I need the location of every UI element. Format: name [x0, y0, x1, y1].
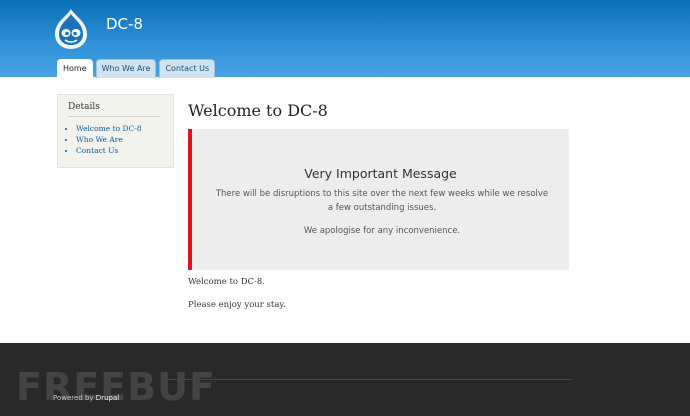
important-message-box: Very Important Message There will be dis…	[188, 129, 569, 270]
tab-contact-us[interactable]: Contact Us	[159, 59, 216, 78]
body-paragraph-welcome: Welcome to DC-8.	[188, 277, 265, 287]
powered-by-prefix: Powered by	[53, 394, 96, 402]
message-title: Very Important Message	[304, 166, 457, 181]
site-name[interactable]: DC-8	[106, 15, 143, 33]
message-line-apology: We apologise for any inconvenience.	[303, 226, 461, 236]
sidebar-link-list: Welcome to DC-8 Who We Are Contact Us	[66, 123, 142, 156]
sidebar-link-welcome[interactable]: Welcome to DC-8	[76, 124, 142, 133]
sidebar-item-who-we-are: Who We Are	[76, 134, 142, 145]
sidebar-link-who-we-are[interactable]: Who We Are	[76, 135, 123, 144]
sidebar-item-contact-us: Contact Us	[76, 145, 142, 156]
sidebar-title: Details	[68, 102, 160, 117]
freebuf-watermark: FREEBUF	[16, 365, 216, 409]
page-title: Welcome to DC-8	[188, 101, 328, 120]
sidebar-item-welcome: Welcome to DC-8	[76, 123, 142, 134]
drupal-link[interactable]: Drupal	[96, 394, 119, 402]
drupal-logo-icon[interactable]	[53, 8, 89, 50]
powered-by-text: Powered by Drupal	[53, 394, 119, 402]
tab-who-we-are[interactable]: Who We Are	[95, 59, 157, 78]
footer-divider	[165, 379, 572, 380]
site-header: DC-8 Home Who We Are Contact Us	[0, 0, 690, 78]
sidebar-details-block: Details Welcome to DC-8 Who We Are Conta…	[57, 94, 174, 168]
sidebar-link-contact-us[interactable]: Contact Us	[76, 146, 118, 155]
message-line-disruptions: There will be disruptions to this site o…	[215, 189, 549, 213]
tab-home[interactable]: Home	[57, 59, 93, 78]
body-paragraph-enjoy: Please enjoy your stay.	[188, 300, 286, 310]
primary-tabs: Home Who We Are Contact Us	[57, 59, 216, 78]
site-footer: FREEBUF Powered by Drupal	[0, 343, 690, 416]
